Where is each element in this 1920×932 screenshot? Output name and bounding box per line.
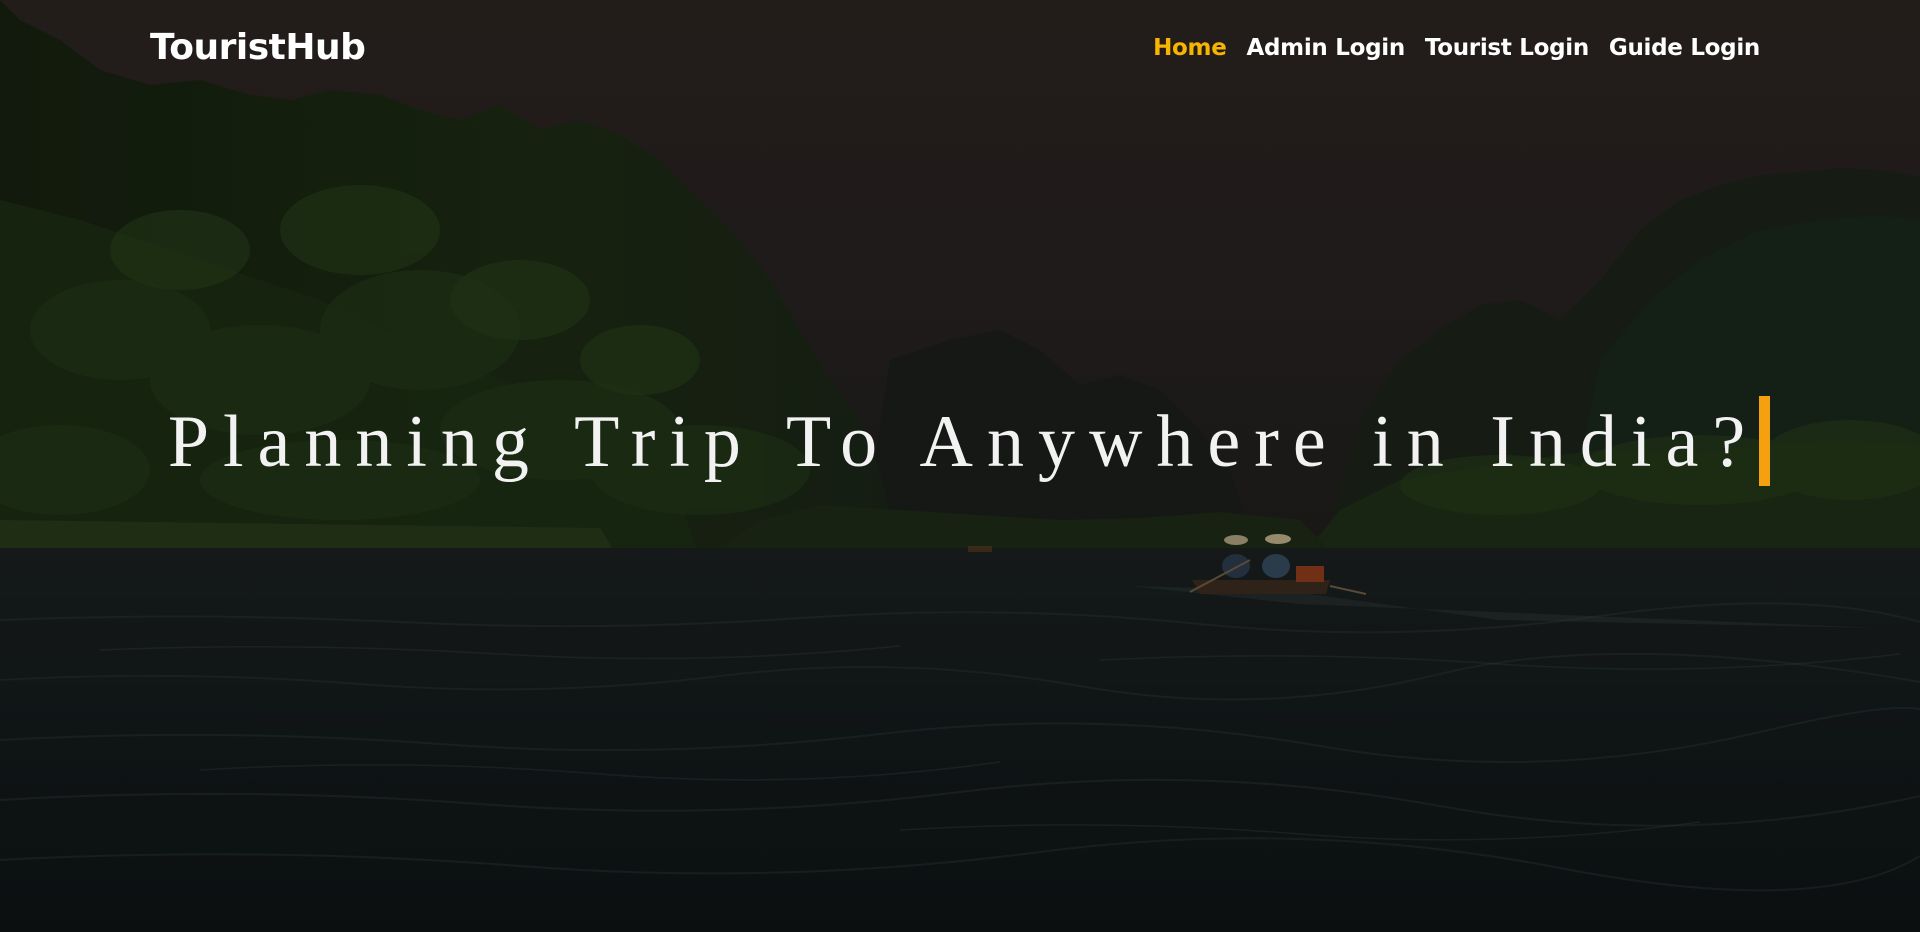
nav-admin-login-link[interactable]: Admin Login bbox=[1247, 30, 1406, 66]
nav-guide-login-link[interactable]: Guide Login bbox=[1609, 30, 1760, 66]
top-navbar: TouristHub Home Admin Login Tourist Logi… bbox=[0, 0, 1920, 96]
nav-tourist-login-link[interactable]: Tourist Login bbox=[1425, 30, 1589, 66]
headline-container: Planning Trip To Anywhere in India? bbox=[0, 396, 1920, 488]
hero-section: TouristHub Home Admin Login Tourist Logi… bbox=[0, 0, 1920, 932]
nav-links: Home Admin Login Tourist Login Guide Log… bbox=[1153, 30, 1760, 66]
typing-cursor bbox=[1759, 396, 1771, 486]
hero-headline: Planning Trip To Anywhere in India? bbox=[167, 396, 1771, 488]
brand-logo-link[interactable]: TouristHub bbox=[150, 26, 366, 70]
hero-headline-text: Planning Trip To Anywhere in India? bbox=[167, 401, 1760, 483]
nav-home-link[interactable]: Home bbox=[1153, 30, 1227, 66]
